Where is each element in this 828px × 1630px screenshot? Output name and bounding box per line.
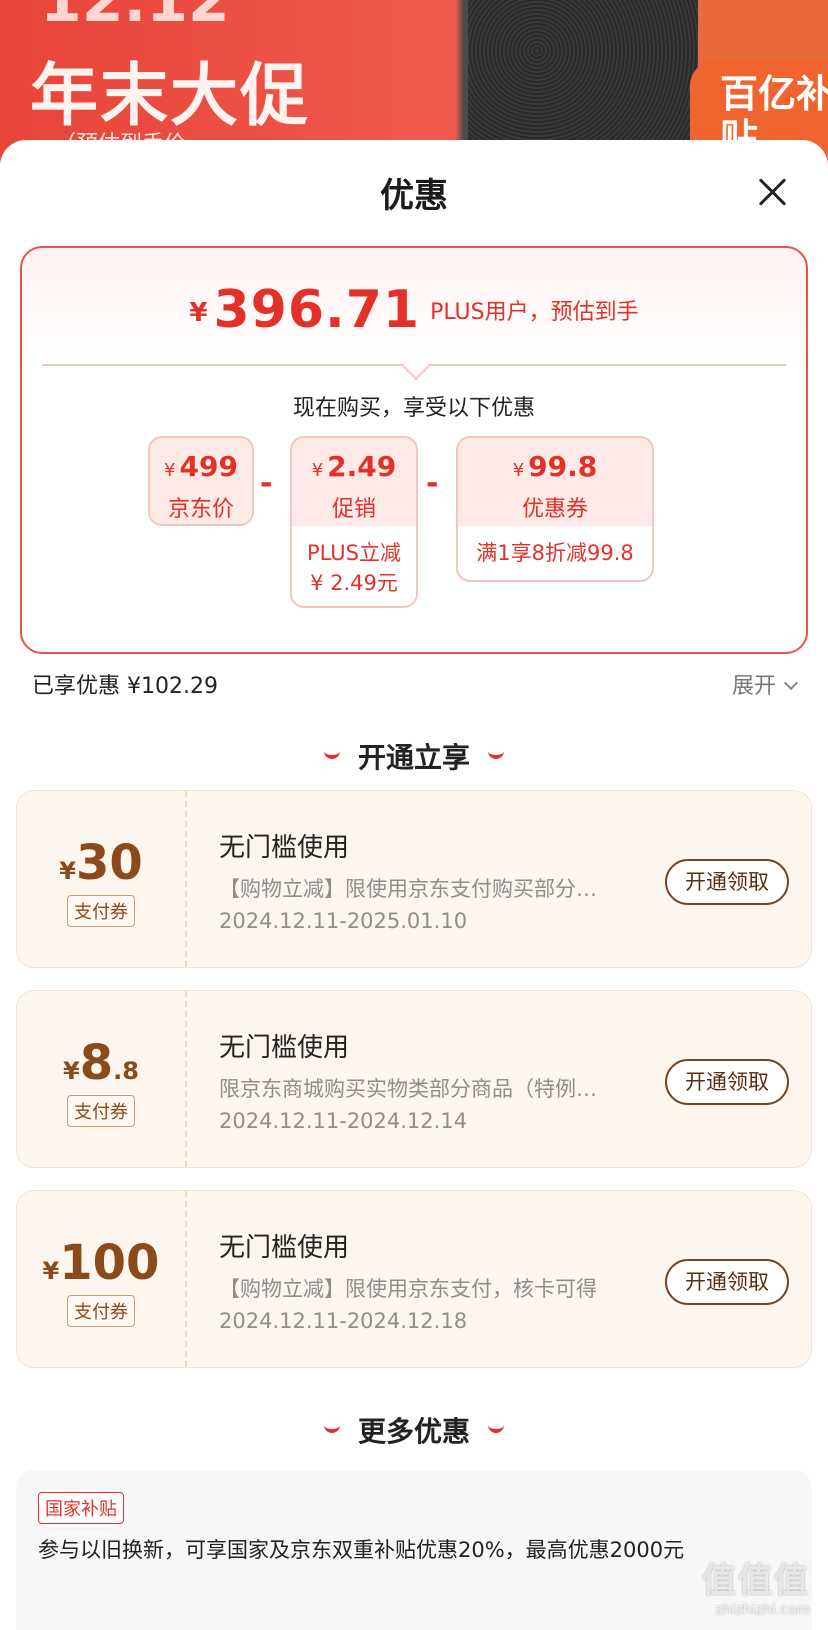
coupon-date: 2024.12.11-2024.12.18	[219, 1309, 468, 1333]
coupon-amount: 8	[79, 1035, 114, 1091]
watermark-sub: zhizhizhi.com	[715, 1602, 810, 1618]
buy-now-text: 现在购买，享受以下优惠	[292, 396, 535, 421]
banner-date-text: 12.12	[40, 0, 230, 36]
currency-symbol: ¥	[59, 857, 76, 885]
open-section-header: 开通立享	[0, 736, 828, 776]
promotion-chip: ¥2.49 促销 PLUS立减 ¥ 2.49元	[290, 436, 418, 608]
final-price-amount: 396.71	[213, 280, 421, 340]
coupon-chip: ¥99.8 优惠券 满1享8折减99.8	[456, 436, 654, 582]
savings-total: 已享优惠 ¥102.29	[32, 674, 218, 699]
coupon-desc: 限京东商城购买实物类部分商品（特例…	[219, 1077, 597, 1101]
expand-label: 展开	[731, 674, 776, 699]
coupon-label: 优惠券	[521, 497, 588, 522]
currency-symbol: ¥	[512, 460, 525, 481]
smile-deco-icon	[323, 1425, 340, 1433]
jd-price-label: 京东价	[167, 497, 234, 522]
coupon-title: 无门槛使用	[219, 1033, 350, 1063]
site-watermark: 值值值 zhizhizhi.com	[702, 1553, 810, 1618]
more-section-header: 更多优惠	[0, 1410, 828, 1450]
more-section-title: 更多优惠	[357, 1415, 470, 1448]
coupon-amount-area: ¥8.8 支付券	[17, 991, 187, 1167]
national-subsidy-card[interactable]: 国家补贴 参与以旧换新，可享国家及京东双重补贴优惠20%，最高优惠2000元	[16, 1470, 812, 1630]
claim-button[interactable]: 开通领取	[665, 1059, 789, 1105]
jd-price-chip: ¥499 京东价	[148, 436, 254, 526]
smile-deco-icon	[488, 751, 504, 759]
coupon-date: 2024.12.11-2025.01.10	[219, 909, 468, 933]
minus-sign: -	[260, 466, 273, 501]
smile-deco-icon	[488, 1425, 504, 1433]
currency-symbol: ¥	[42, 1257, 60, 1285]
coupon-card: ¥30 支付券 无门槛使用 【购物立减】限使用京东支付购买部分… 2024.12…	[16, 790, 812, 968]
promotion-detail-line2: ¥ 2.49元	[310, 571, 398, 595]
coupon-amount: 100	[59, 1235, 160, 1291]
claim-button[interactable]: 开通领取	[665, 1259, 789, 1305]
national-subsidy-badge: 国家补贴	[38, 1492, 124, 1524]
final-price: ¥396.71 PLUS用户，预估到手	[22, 280, 806, 340]
currency-symbol: ¥	[63, 1057, 80, 1085]
currency-symbol: ¥	[164, 460, 176, 481]
national-subsidy-text: 参与以旧换新，可享国家及京东双重补贴优惠20%，最高优惠2000元	[38, 1538, 685, 1562]
coupon-card: ¥8.8 支付券 无门槛使用 限京东商城购买实物类部分商品（特例… 2024.1…	[16, 990, 812, 1168]
coupon-value: 99.8	[528, 450, 598, 483]
divider-notch	[401, 351, 431, 381]
coupon-type-tag: 支付券	[67, 1095, 135, 1127]
coupon-desc: 【购物立减】限使用京东支付购买部分…	[219, 877, 597, 901]
minus-sign: -	[426, 466, 439, 501]
coupon-date: 2024.12.11-2024.12.14	[219, 1109, 468, 1133]
close-icon[interactable]	[752, 172, 792, 212]
claim-button[interactable]: 开通领取	[665, 859, 789, 905]
promotion-value: 2.49	[327, 450, 397, 483]
coupon-amount-area: ¥30 支付券	[17, 791, 187, 967]
coupon-title: 无门槛使用	[219, 833, 350, 863]
coupon-type-tag: 支付券	[67, 895, 135, 927]
currency-symbol: ¥	[311, 460, 324, 481]
sheet-title: 优惠	[380, 176, 448, 216]
coupon-amount: 30	[75, 835, 143, 891]
coupon-amount-area: ¥100 支付券	[17, 1191, 187, 1367]
watermark-main: 值值值	[702, 1561, 810, 1601]
promotion-label: 促销	[331, 497, 376, 522]
jd-price-value: 499	[179, 450, 238, 483]
coupon-card: ¥100 支付券 无门槛使用 【购物立减】限使用京东支付，核卡可得 2024.1…	[16, 1190, 812, 1368]
coupon-type-tag: 支付券	[67, 1295, 135, 1327]
smile-deco-icon	[323, 751, 340, 759]
expand-button[interactable]: 展开	[731, 668, 799, 700]
final-price-note: PLUS用户，预估到手	[430, 300, 639, 325]
open-section-title: 开通立享	[357, 741, 470, 774]
coupon-title: 无门槛使用	[219, 1233, 350, 1263]
discount-sheet: 优惠 ¥396.71 PLUS用户，预估到手 现在购买，享受以下优惠 ¥499 京…	[0, 140, 828, 1630]
banner-promo-title: 年末大促	[30, 57, 311, 136]
price-summary-card: ¥396.71 PLUS用户，预估到手 现在购买，享受以下优惠 ¥499 京东价 …	[20, 246, 808, 654]
currency-symbol: ¥	[189, 298, 208, 328]
chevron-down-icon	[783, 675, 799, 691]
coupon-amount-decimal: .8	[113, 1057, 139, 1085]
coupon-desc: 【购物立减】限使用京东支付，核卡可得	[219, 1277, 597, 1301]
coupon-detail: 满1享8折减99.8	[476, 541, 634, 565]
promotion-detail-line1: PLUS立减	[306, 541, 402, 565]
